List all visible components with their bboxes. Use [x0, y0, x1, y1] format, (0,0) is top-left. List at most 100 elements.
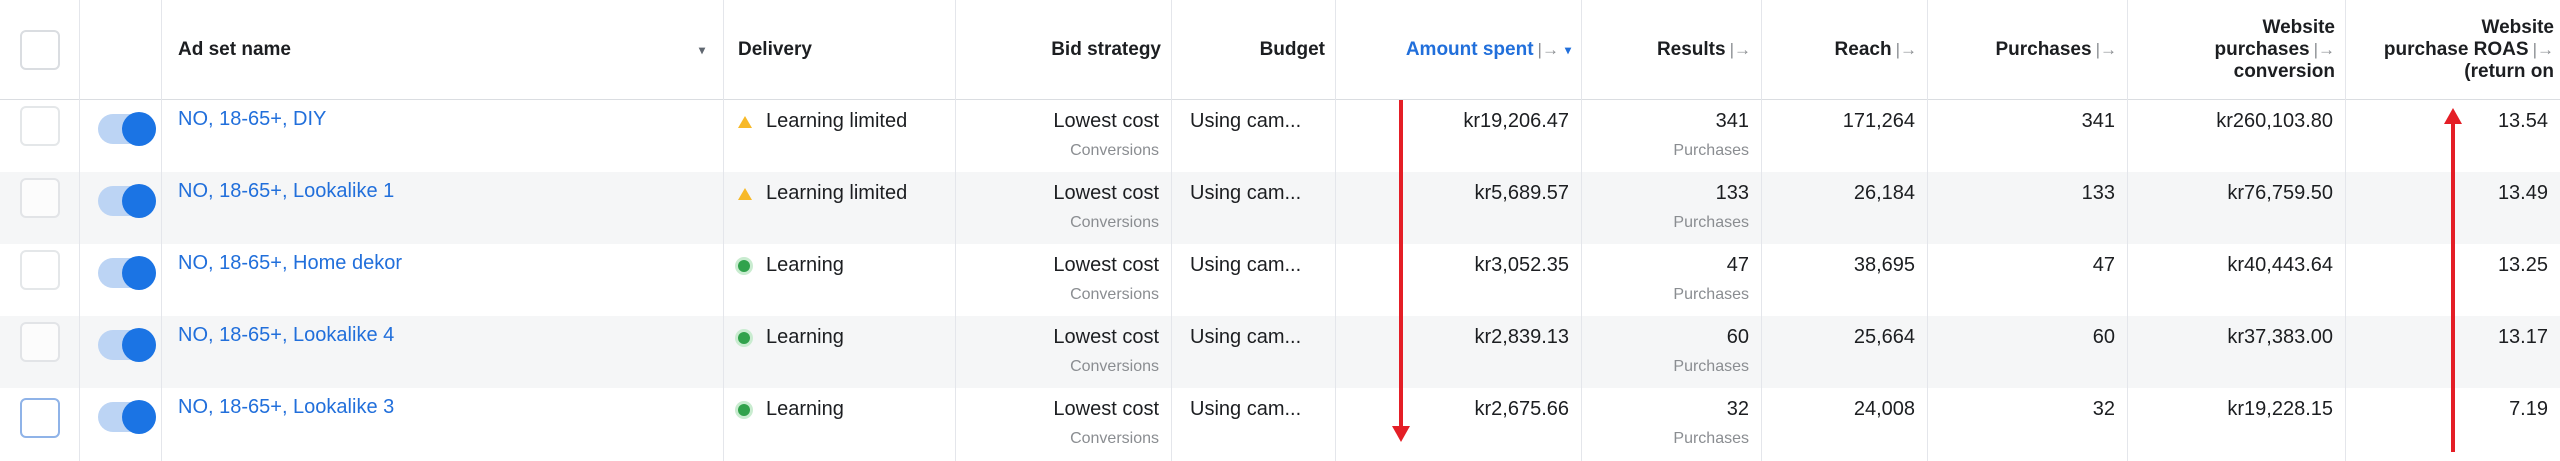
results-cell: 47 Purchases [1582, 244, 1762, 316]
reach-label: Reach [1834, 39, 1892, 60]
budget-value[interactable]: Using cam... [1190, 254, 1301, 277]
roas-label-2-group: purchase ROAS |→ [2384, 39, 2554, 61]
column-header-bid-strategy[interactable]: Bid strategy [956, 0, 1172, 100]
toggle-knob [122, 112, 156, 146]
column-resize-icon[interactable]: |→ [2314, 40, 2335, 59]
ad-set-on-off-toggle[interactable] [98, 112, 156, 146]
column-header-results[interactable]: Results |→ [1582, 0, 1762, 100]
row-checkbox[interactable] [20, 178, 60, 218]
delivery-text: Learning limited [766, 182, 908, 204]
column-resize-icon[interactable]: |→ [1896, 40, 1917, 60]
column-header-amount-spent[interactable]: Amount spent |→ ▾ [1336, 0, 1582, 100]
column-header-purchases[interactable]: Purchases |→ [1928, 0, 2128, 100]
column-header-website-purchases[interactable]: Website purchases |→ conversion [2128, 0, 2346, 100]
column-header-roas[interactable]: Website purchase ROAS |→ (return on [2346, 0, 2560, 100]
delivery-cell: Learning limited [724, 100, 956, 172]
column-resize-icon[interactable]: |→ [1538, 40, 1559, 60]
roas-value: 13.25 [2497, 254, 2548, 276]
budget-value[interactable]: Using cam... [1190, 110, 1301, 133]
annotation-arrow-down [1392, 100, 1410, 442]
row-toggle-cell [80, 100, 162, 172]
learning-dot-icon [738, 331, 750, 344]
ad-set-name-link[interactable]: NO, 18-65+, Lookalike 4 [178, 324, 394, 347]
website-purchases-cell: kr76,759.50 [2128, 172, 2346, 244]
purchases-value: 47 [2092, 254, 2115, 276]
table-row: NO, 18-65+, Lookalike 3 Learning Lowest … [0, 388, 2560, 461]
purchases-value: 32 [2092, 398, 2115, 420]
results-cell: 133 Purchases [1582, 172, 1762, 244]
column-header-ad-set-name[interactable]: Ad set name ▾ [162, 0, 724, 100]
ad-set-name-link[interactable]: NO, 18-65+, Lookalike 3 [178, 396, 394, 419]
ad-set-name-cell: NO, 18-65+, DIY [162, 100, 724, 172]
row-checkbox[interactable] [20, 106, 60, 146]
purchases-label: Purchases [1995, 39, 2092, 60]
ad-set-on-off-toggle[interactable] [98, 400, 156, 434]
table-row: NO, 18-65+, Lookalike 4 Learning Lowest … [0, 316, 2560, 388]
row-checkbox[interactable] [20, 398, 60, 438]
results-value: 47 [1726, 254, 1749, 276]
toggle-knob [122, 400, 156, 434]
row-checkbox[interactable] [20, 322, 60, 362]
toggle-knob [122, 256, 156, 290]
column-header-budget[interactable]: Budget [1172, 0, 1336, 100]
budget-value[interactable]: Using cam... [1190, 398, 1301, 421]
results-sub: Purchases [1673, 286, 1749, 303]
amount-spent-value: kr5,689.57 [1474, 182, 1569, 204]
website-purchases-value: kr76,759.50 [2227, 182, 2333, 204]
ad-set-on-off-toggle[interactable] [98, 328, 156, 362]
ad-set-name-link[interactable]: NO, 18-65+, Home dekor [178, 252, 402, 275]
results-sub: Purchases [1673, 142, 1749, 159]
reach-cell: 24,008 [1762, 388, 1928, 461]
learning-dot-icon [738, 259, 750, 272]
roas-value: 7.19 [2509, 398, 2548, 420]
bid-strategy-sub: Conversions [1070, 358, 1159, 375]
ad-sets-table: Ad set name ▾ Delivery Bid strategy Budg… [0, 0, 2560, 461]
budget-cell: Using cam... [1172, 100, 1336, 172]
purchases-value: 60 [2092, 326, 2115, 348]
bid-strategy-value: Lowest cost [1053, 110, 1159, 132]
reach-value: 26,184 [1853, 182, 1915, 204]
reach-value: 25,664 [1853, 326, 1915, 348]
bid-strategy-sub: Conversions [1070, 214, 1159, 231]
website-purchases-value: kr40,443.64 [2227, 254, 2333, 276]
bid-strategy-cell: Lowest cost Conversions [956, 244, 1172, 316]
ad-set-name-link[interactable]: NO, 18-65+, Lookalike 1 [178, 180, 394, 203]
purchases-cell: 341 [1928, 100, 2128, 172]
column-resize-icon[interactable]: |→ [2533, 40, 2554, 59]
bid-strategy-value: Lowest cost [1053, 326, 1159, 348]
row-toggle-cell [80, 316, 162, 388]
results-value: 341 [1715, 110, 1749, 132]
column-resize-icon[interactable]: |→ [1730, 40, 1751, 60]
results-label: Results [1656, 39, 1726, 60]
reach-value: 24,008 [1853, 398, 1915, 420]
purchases-cell: 60 [1928, 316, 2128, 388]
reach-cell: 38,695 [1762, 244, 1928, 316]
annotation-arrow-up [2444, 108, 2462, 452]
reach-value: 38,695 [1853, 254, 1915, 276]
results-cell: 32 Purchases [1582, 388, 1762, 461]
ad-set-name-link[interactable]: NO, 18-65+, DIY [178, 108, 326, 131]
delivery-status: Learning [738, 254, 844, 277]
header-select-cell [0, 0, 80, 100]
row-toggle-cell [80, 172, 162, 244]
column-header-delivery[interactable]: Delivery [724, 0, 956, 100]
ad-set-name-cell: NO, 18-65+, Lookalike 4 [162, 316, 724, 388]
bid-strategy-value: Lowest cost [1053, 254, 1159, 276]
sort-descending-icon[interactable]: ▾ [1565, 43, 1571, 57]
row-checkbox[interactable] [20, 250, 60, 290]
amount-spent-value: kr19,206.47 [1463, 110, 1569, 132]
ad-set-name-cell: NO, 18-65+, Lookalike 1 [162, 172, 724, 244]
budget-value[interactable]: Using cam... [1190, 182, 1301, 205]
ad-set-on-off-toggle[interactable] [98, 184, 156, 218]
chevron-down-icon[interactable]: ▾ [699, 43, 705, 57]
budget-cell: Using cam... [1172, 172, 1336, 244]
bid-strategy-sub: Conversions [1070, 430, 1159, 447]
delivery-status: Learning [738, 326, 844, 349]
ad-set-on-off-toggle[interactable] [98, 256, 156, 290]
select-all-checkbox[interactable] [20, 30, 60, 70]
budget-value[interactable]: Using cam... [1190, 326, 1301, 349]
roas-label-3: (return on [2464, 61, 2554, 82]
column-resize-icon[interactable]: |→ [2096, 40, 2117, 60]
column-header-reach[interactable]: Reach |→ [1762, 0, 1928, 100]
website-purchases-cell: kr19,228.15 [2128, 388, 2346, 461]
